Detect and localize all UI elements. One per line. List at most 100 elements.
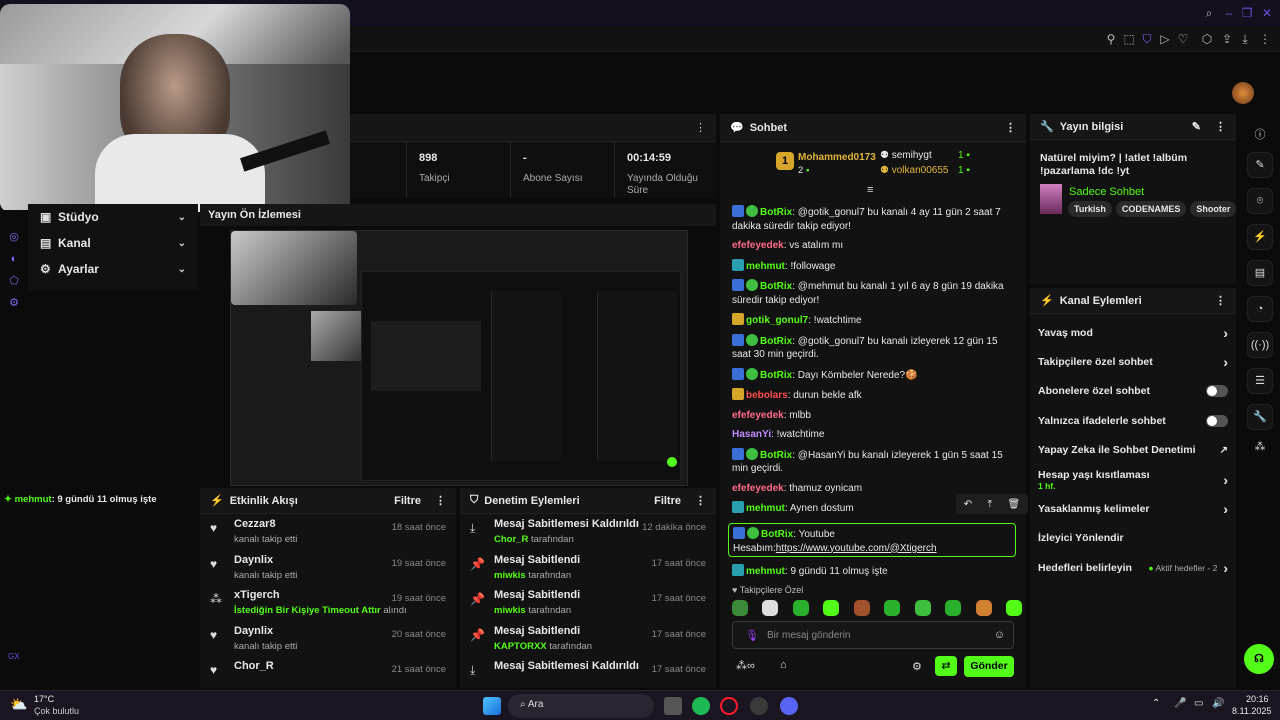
edit-icon[interactable]: ✎	[1192, 120, 1201, 133]
download-icon[interactable]: ⤓	[1236, 32, 1254, 47]
list-icon[interactable]: ☰	[1247, 368, 1273, 394]
rail-icon-2[interactable]: ◐	[0, 248, 28, 270]
taskbar-search[interactable]: ⌕ Ara	[508, 694, 654, 718]
emote-icon[interactable]	[762, 600, 779, 616]
menu-icon[interactable]: ⋮	[1256, 32, 1274, 46]
expand-icon[interactable]: ≡	[867, 184, 873, 196]
avatar[interactable]	[1232, 82, 1254, 104]
channel-action-item[interactable]: Yapay Zeka ile Sohbet Denetimi ↗	[1030, 436, 1236, 465]
chat-username[interactable]: efefeyedek	[732, 410, 784, 421]
share-icon[interactable]: ⇪	[1218, 32, 1236, 46]
stream-preview[interactable]	[230, 230, 688, 486]
tag-chip[interactable]: CODENAMES	[1115, 201, 1187, 217]
more-icon[interactable]: ⋮	[1215, 294, 1226, 307]
discord-icon[interactable]	[780, 697, 798, 715]
emote-icon[interactable]	[945, 600, 962, 616]
minimize-icon[interactable]: –	[1220, 6, 1238, 20]
weather-icon[interactable]: ⛅	[10, 696, 27, 713]
capture-icon[interactable]: ⌾	[1247, 188, 1273, 214]
chat-input[interactable]: 🎙 Bir mesaj gönderin ☺	[732, 621, 1014, 649]
channel-action-item[interactable]: Takipçilere özel sohbet ›	[1030, 347, 1236, 376]
top-gifter[interactable]: Mohammed0173	[798, 152, 876, 163]
emoji-icon[interactable]: ☺	[994, 629, 1005, 641]
channel-action-item[interactable]: Yalnızca ifadelerle sohbet	[1030, 406, 1236, 435]
tag-chip[interactable]: Shooter	[1190, 201, 1237, 217]
toggle-switch[interactable]	[1206, 414, 1228, 427]
more-icon[interactable]: ⋮	[695, 121, 706, 134]
chat-username[interactable]: mehmut	[746, 503, 785, 514]
info-icon[interactable]: ⓘ	[1240, 114, 1280, 142]
chevron-up-icon[interactable]: ⌃	[1152, 698, 1160, 709]
emote-icon[interactable]	[975, 600, 992, 616]
toggle-switch[interactable]	[1206, 385, 1228, 398]
chat-username[interactable]: gotik_gonul7	[746, 315, 808, 326]
more-icon[interactable]: ⋮	[695, 494, 706, 507]
more-icon[interactable]: ⋮	[1215, 120, 1226, 133]
chat-username[interactable]: BotRix	[760, 207, 792, 218]
help-icon[interactable]: ☊	[1244, 644, 1274, 674]
channel-action-item[interactable]: İzleyici Yönlendir	[1030, 524, 1236, 553]
shield-icon[interactable]: ⛉	[1138, 32, 1156, 47]
emote-icon[interactable]	[1005, 600, 1022, 616]
gear-icon[interactable]: ⚙	[912, 660, 922, 673]
trash-icon[interactable]: 🗑	[1008, 499, 1021, 510]
menu-channel[interactable]: ▤ Kanal ⌄	[28, 230, 198, 256]
chat-username[interactable]: HasanYi	[732, 429, 771, 440]
emote-icon[interactable]	[823, 600, 840, 616]
display-icon[interactable]: ▭	[1194, 698, 1203, 709]
rail-icon-4[interactable]: ⚙	[0, 292, 28, 314]
bolt-icon[interactable]: ⚡	[1247, 224, 1273, 250]
kick-icon[interactable]: ⇄	[935, 656, 957, 676]
points-icon[interactable]: ⁂∞	[736, 659, 755, 672]
chat-username[interactable]: efefeyedek	[732, 240, 784, 251]
channel-action-item[interactable]: Abonelere özel sohbet	[1030, 377, 1236, 406]
emote-icon[interactable]	[792, 600, 809, 616]
document-icon[interactable]: ▤	[1247, 260, 1273, 286]
emote-icon[interactable]	[732, 600, 748, 616]
channel-action-item[interactable]: Hedefleri belirleyin ● Aktif hedefler - 2…	[1030, 553, 1236, 582]
emote-icon[interactable]	[914, 600, 931, 616]
category-link[interactable]: Sadece Sohbet	[1069, 186, 1144, 198]
heart-icon[interactable]: ♡	[1174, 32, 1192, 46]
mic-icon[interactable]: 🎙	[745, 629, 759, 642]
send-button[interactable]: Gönder	[964, 656, 1014, 677]
reply-icon[interactable]: ↶	[964, 499, 972, 510]
store-icon[interactable]: ⌂	[780, 659, 787, 671]
menu-studio[interactable]: ▣ Stüdyo ⌄	[28, 204, 198, 230]
rail-icon-1[interactable]: ◎	[0, 226, 28, 248]
youtube-link[interactable]: https://www.youtube.com/@Xtigerch	[776, 543, 937, 554]
mic-icon[interactable]: 🎤	[1174, 698, 1186, 709]
edit-icon[interactable]: ✎	[1247, 152, 1273, 178]
start-icon[interactable]	[483, 697, 501, 715]
rail-icon-3[interactable]: ⬠	[0, 270, 28, 292]
more-icon[interactable]: ⋮	[435, 494, 446, 507]
wrench-icon[interactable]: 🔧	[1247, 404, 1273, 430]
extensions-icon[interactable]: ⬡	[1198, 32, 1216, 46]
chat-username[interactable]: BotRix	[760, 370, 792, 381]
search-icon[interactable]: ⌕	[1200, 6, 1218, 21]
chat-icon[interactable]: ◔	[1247, 296, 1273, 322]
points-icon[interactable]: ⁂	[1240, 440, 1280, 453]
close-icon[interactable]: ✕	[1258, 6, 1276, 20]
steam-icon[interactable]	[750, 697, 768, 715]
chat-username[interactable]: bebolars	[746, 390, 788, 401]
pinned-message[interactable]: BotRix: Youtube Hesabım:https://www.yout…	[728, 523, 1016, 557]
task-view-icon[interactable]	[664, 697, 682, 715]
more-icon[interactable]: ⋮	[1005, 121, 1016, 134]
channel-action-item[interactable]: Yavaş mod ›	[1030, 318, 1236, 347]
channel-action-item[interactable]: Hesap yaşı kısıtlaması 1 hf. ›	[1030, 465, 1236, 494]
channel-action-item[interactable]: Yasaklanmış kelimeler ›	[1030, 494, 1236, 523]
chat-username[interactable]: mehmut	[746, 261, 785, 272]
opera-icon[interactable]	[720, 697, 738, 715]
chat-username[interactable]: efefeyedek	[732, 483, 784, 494]
activity-filter-button[interactable]: Filtre	[394, 495, 421, 507]
screenshot-icon[interactable]: ⬚	[1120, 32, 1138, 46]
rail-footer-icon[interactable]: GX	[8, 652, 20, 661]
play-icon[interactable]: ▷	[1156, 32, 1174, 46]
emote-icon[interactable]	[853, 600, 870, 616]
restore-icon[interactable]: ❐	[1238, 6, 1256, 20]
volume-icon[interactable]: 🔊	[1212, 698, 1224, 709]
chat-username[interactable]: BotRix	[760, 336, 792, 347]
chat-username[interactable]: BotRix	[760, 281, 792, 292]
broadcast-icon[interactable]: ((·))	[1247, 332, 1273, 358]
